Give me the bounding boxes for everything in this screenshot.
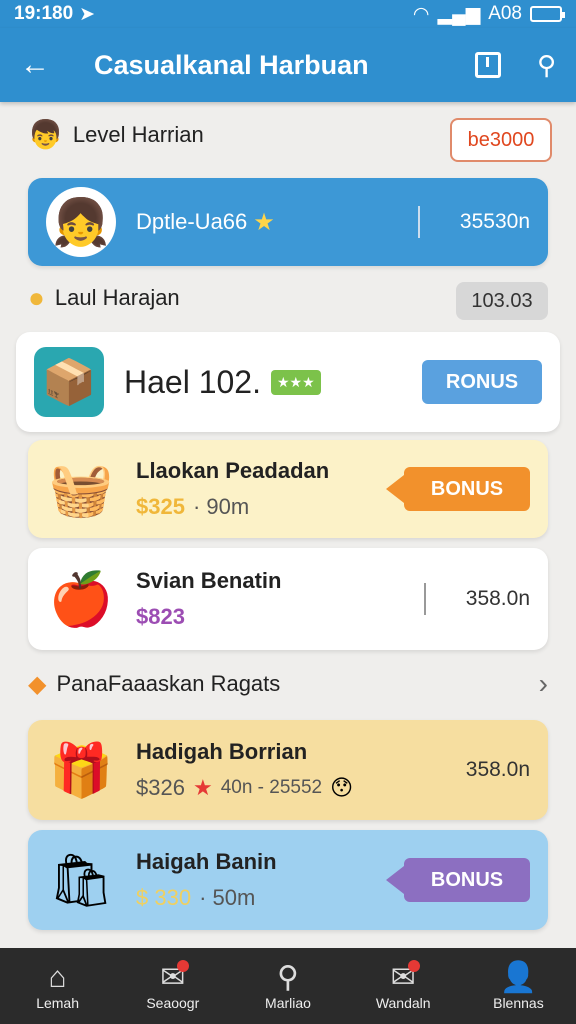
card-title: Hael 102.: [124, 363, 261, 400]
nav-label: Blennas: [493, 995, 544, 1011]
gift-bag-icon: 🛍: [47, 851, 114, 910]
nav-label: Wandaln: [375, 995, 431, 1011]
divider: [423, 583, 426, 615]
card-range: 40n - 25552: [220, 777, 323, 798]
profile-icon: 👤: [499, 961, 538, 994]
card-title: Llaokan Peadadan: [136, 458, 330, 483]
section-laul-harajan: ● Laul Harajan: [28, 282, 180, 314]
card-title: Haigah Banin: [136, 849, 277, 874]
card-price: $ 330: [136, 885, 192, 910]
card-price: $823: [136, 604, 185, 629]
wifi-icon: ◠: [412, 3, 430, 25]
coin-icon: ●: [28, 282, 45, 313]
gift-box-icon: 📦: [34, 347, 104, 417]
back-arrow-icon[interactable]: ←: [20, 48, 60, 82]
section-title: PanaFaaaskan Ragats: [56, 671, 281, 696]
card-duration: · 90m: [192, 494, 250, 519]
basket-icon: 🧺: [48, 460, 114, 519]
card-title: Svian Benatin: [136, 568, 282, 593]
tag-icon: ◆: [28, 670, 47, 698]
user-run-icon[interactable]: ⚲: [537, 50, 556, 81]
card-price: $326: [136, 775, 185, 800]
notification-dot: [177, 960, 190, 972]
home-icon: ⌂: [48, 961, 67, 994]
reward-card-llaokan[interactable]: 🧺 Llaokan Peadadan $325 · 90m BONUS: [28, 440, 548, 538]
level-badge: be3000: [450, 118, 552, 162]
section-level-harrian: 👦 Level Harrian: [28, 118, 204, 151]
chevron-right-icon[interactable]: ›: [539, 668, 548, 700]
profile-card[interactable]: 👧 Dptle-Ua66 ★ 35530n: [28, 178, 548, 266]
bookmark-icon[interactable]: [474, 52, 501, 78]
section-panafaaaskan[interactable]: ◆ PanaFaaaskan Ragats ›: [28, 668, 548, 700]
search-icon: ⚲: [277, 961, 299, 994]
card-value: 358.0n: [465, 758, 530, 781]
profile-name: Dptle-Ua66: [136, 209, 248, 234]
smiley-icon: 😯: [330, 775, 354, 800]
reward-card-hadigah[interactable]: 🎁 Hadigah Borrian $326 ★ 40n - 25552 😯 3…: [28, 720, 548, 820]
nav-label: Lemah: [36, 995, 79, 1011]
network-label: A08: [488, 3, 522, 24]
avatar-boy-icon: 👦: [28, 119, 63, 150]
bottom-nav: ⌂ Lemah ✉ Seaoogr ⚲ Marliao ✉ Wandaln 👤 …: [0, 948, 576, 1024]
app-bar: ← Casualkanal Harbuan ⚲: [0, 28, 576, 102]
nav-item-profile[interactable]: 👤 Blennas: [461, 948, 576, 1024]
section-title: Laul Harajan: [54, 285, 180, 310]
card-duration: · 50m: [199, 885, 256, 910]
fruit-basket-icon: 🍎: [48, 570, 114, 629]
card-value: 358.0n: [465, 587, 530, 610]
battery-icon: [530, 6, 565, 22]
page-title: Casualkanal Harbuan: [94, 49, 369, 80]
star-icon: ★: [253, 208, 275, 236]
reward-card-svian[interactable]: 🍎 Svian Benatin $823 358.0n: [28, 548, 548, 650]
location-icon: ➤: [79, 3, 96, 25]
notification-dot: [407, 960, 420, 972]
card-title: Hadigah Borrian: [136, 739, 308, 764]
bonus-button[interactable]: BONUS: [386, 858, 530, 902]
treasure-chest-icon: 🎁: [48, 741, 114, 800]
nav-item-search[interactable]: ⚲ Marliao: [230, 948, 345, 1024]
profile-value: 35530n: [459, 210, 530, 233]
section-badge: 103.03: [456, 282, 548, 320]
star-icon: ★: [192, 775, 213, 800]
nav-item-home[interactable]: ⌂ Lemah: [0, 948, 115, 1024]
nav-item-gift[interactable]: ✉ Seaoogr: [115, 948, 230, 1024]
reward-card-haigah[interactable]: 🛍 Haigah Banin $ 330 · 50m BONUS: [28, 830, 548, 930]
bonus-button[interactable]: RONUS: [422, 360, 542, 404]
reward-card-hael[interactable]: 📦 Hael 102. ★★★ RONUS: [16, 332, 560, 432]
nav-item-inbox[interactable]: ✉ Wandaln: [346, 948, 461, 1024]
card-price: $325: [136, 494, 185, 519]
section-title: Level Harrian: [72, 121, 204, 147]
status-time: 19:180: [14, 3, 74, 24]
bonus-button[interactable]: BONUS: [386, 467, 530, 511]
status-bar: 19:180 ➤ ◠ ▂▄▆ A08: [0, 0, 576, 28]
nav-label: Seaoogr: [146, 995, 200, 1011]
signal-icon: ▂▄▆: [437, 3, 481, 25]
avatar: 👧: [46, 187, 116, 257]
nav-label: Marliao: [265, 995, 311, 1011]
card-tag: ★★★: [270, 369, 321, 395]
divider: [417, 206, 420, 238]
